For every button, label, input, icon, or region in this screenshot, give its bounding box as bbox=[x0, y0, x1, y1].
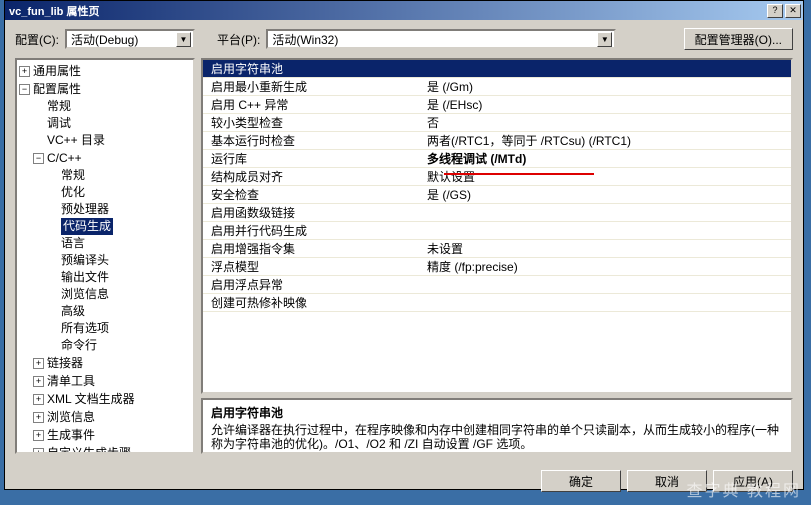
description-panel: 启用字符串池 允许编译器在执行过程中，在程序映像和内存中创建相同字符串的单个只读… bbox=[201, 398, 793, 454]
prop-name: 较小类型检查 bbox=[203, 114, 423, 131]
prop-name: 启用并行代码生成 bbox=[203, 222, 423, 239]
chevron-down-icon[interactable]: ▼ bbox=[597, 32, 612, 47]
grid-row[interactable]: 安全检查是 (/GS) bbox=[203, 186, 791, 204]
tree-ccpp-child[interactable]: 所有选项 bbox=[61, 320, 109, 337]
tree-general[interactable]: 常规 bbox=[47, 98, 71, 115]
config-manager-button[interactable]: 配置管理器(O)... bbox=[684, 28, 793, 50]
prop-name: 安全检查 bbox=[203, 186, 423, 203]
prop-value[interactable]: 两者(/RTC1，等同于 /RTCsu) (/RTC1) bbox=[423, 132, 791, 149]
tree-xml-gen[interactable]: +XML 文档生成器 bbox=[33, 391, 135, 408]
close-button[interactable]: ✕ bbox=[785, 4, 801, 18]
prop-name: 浮点模型 bbox=[203, 258, 423, 275]
titlebar[interactable]: vc_fun_lib 属性页 ? ✕ bbox=[5, 1, 803, 20]
config-label: 配置(C): bbox=[15, 31, 59, 48]
tree-ccpp-child[interactable]: 预编译头 bbox=[61, 252, 109, 269]
tree-common[interactable]: +通用属性 bbox=[19, 63, 81, 80]
prop-name: 运行库 bbox=[203, 150, 423, 167]
grid-row[interactable]: 启用增强指令集未设置 bbox=[203, 240, 791, 258]
tree-ccpp-child[interactable]: 命令行 bbox=[61, 337, 97, 354]
property-dialog: vc_fun_lib 属性页 ? ✕ 配置(C): 活动(Debug) ▼ 平台… bbox=[4, 0, 804, 490]
main-area: +通用属性 −配置属性 常规 调试 VC++ 目录 −C/C++ 常规优化预处理… bbox=[5, 58, 803, 464]
tree-custom-build[interactable]: +自定义生成步骤 bbox=[33, 445, 131, 454]
grid-row[interactable]: 结构成员对齐默认设置 bbox=[203, 168, 791, 186]
ok-button[interactable]: 确定 bbox=[541, 470, 621, 492]
tree-ccpp-child[interactable]: 常规 bbox=[61, 167, 85, 184]
plus-icon[interactable]: + bbox=[33, 430, 44, 441]
prop-name: 基本运行时检查 bbox=[203, 132, 423, 149]
plus-icon[interactable]: + bbox=[19, 66, 30, 77]
prop-value[interactable]: 是 (/GS) bbox=[423, 186, 791, 203]
minus-icon[interactable]: − bbox=[19, 84, 30, 95]
tree-debug[interactable]: 调试 bbox=[47, 115, 71, 132]
plus-icon[interactable]: + bbox=[33, 358, 44, 369]
prop-name: 结构成员对齐 bbox=[203, 168, 423, 185]
grid-row[interactable]: 启用函数级链接 bbox=[203, 204, 791, 222]
help-button[interactable]: ? bbox=[767, 4, 783, 18]
tree-config-props[interactable]: −配置属性 bbox=[19, 81, 81, 98]
prop-name: 创建可热修补映像 bbox=[203, 294, 423, 311]
plus-icon[interactable]: + bbox=[33, 448, 44, 454]
prop-value[interactable]: 默认设置 bbox=[423, 168, 791, 185]
tree-ccpp-child[interactable]: 预处理器 bbox=[61, 201, 109, 218]
tree-ccpp-child[interactable]: 浏览信息 bbox=[61, 286, 109, 303]
prop-value[interactable]: 是 (/Gm) bbox=[423, 78, 791, 95]
plus-icon[interactable]: + bbox=[33, 412, 44, 423]
grid-row[interactable]: 较小类型检查否 bbox=[203, 114, 791, 132]
grid-row[interactable]: 创建可热修补映像 bbox=[203, 294, 791, 312]
grid-row[interactable]: 启用浮点异常 bbox=[203, 276, 791, 294]
config-toolbar: 配置(C): 活动(Debug) ▼ 平台(P): 活动(Win32) ▼ 配置… bbox=[5, 20, 803, 58]
tree-build-events[interactable]: +生成事件 bbox=[33, 427, 95, 444]
watermark: 查字典 教程网 bbox=[687, 477, 801, 501]
grid-row[interactable]: 运行库多线程调试 (/MTd) bbox=[203, 150, 791, 168]
prop-name: 启用浮点异常 bbox=[203, 276, 423, 293]
prop-name: 启用最小重新生成 bbox=[203, 78, 423, 95]
tree-ccpp-child[interactable]: 高级 bbox=[61, 303, 85, 320]
highlight-underline bbox=[444, 173, 594, 175]
tree-linker[interactable]: +链接器 bbox=[33, 355, 83, 372]
tree-ccpp-child[interactable]: 优化 bbox=[61, 184, 85, 201]
tree-browse-info[interactable]: +浏览信息 bbox=[33, 409, 95, 426]
grid-row[interactable]: 启用 C++ 异常是 (/EHsc) bbox=[203, 96, 791, 114]
prop-value[interactable]: 否 bbox=[423, 114, 791, 131]
window-title: vc_fun_lib 属性页 bbox=[7, 3, 765, 19]
platform-dropdown[interactable]: 活动(Win32) ▼ bbox=[266, 29, 616, 49]
grid-row[interactable]: 启用最小重新生成是 (/Gm) bbox=[203, 78, 791, 96]
config-value: 活动(Debug) bbox=[71, 31, 176, 48]
prop-name: 启用增强指令集 bbox=[203, 240, 423, 257]
tree-ccpp-child[interactable]: 输出文件 bbox=[61, 269, 109, 286]
prop-name: 启用字符串池 bbox=[203, 60, 423, 77]
tree-ccpp-child[interactable]: 代码生成 bbox=[61, 218, 113, 235]
platform-label: 平台(P): bbox=[217, 31, 260, 48]
platform-value: 活动(Win32) bbox=[272, 31, 597, 48]
prop-value[interactable]: 精度 (/fp:precise) bbox=[423, 258, 791, 275]
prop-name: 启用 C++ 异常 bbox=[203, 96, 423, 113]
prop-value[interactable]: 未设置 bbox=[423, 240, 791, 257]
tree-ccpp[interactable]: −C/C++ bbox=[33, 150, 82, 167]
minus-icon[interactable]: − bbox=[33, 153, 44, 164]
prop-value[interactable]: 是 (/EHsc) bbox=[423, 96, 791, 113]
desc-text: 允许编译器在执行过程中，在程序映像和内存中创建相同字符串的单个只读副本，从而生成… bbox=[211, 423, 783, 451]
grid-row[interactable]: 启用字符串池 bbox=[203, 60, 791, 78]
plus-icon[interactable]: + bbox=[33, 394, 44, 405]
tree-vcpp-dir[interactable]: VC++ 目录 bbox=[47, 132, 105, 149]
category-tree[interactable]: +通用属性 −配置属性 常规 调试 VC++ 目录 −C/C++ 常规优化预处理… bbox=[15, 58, 195, 454]
chevron-down-icon[interactable]: ▼ bbox=[176, 32, 191, 47]
grid-row[interactable]: 启用并行代码生成 bbox=[203, 222, 791, 240]
footer: 确定 取消 应用(A) bbox=[5, 464, 803, 502]
plus-icon[interactable]: + bbox=[33, 376, 44, 387]
property-grid[interactable]: 启用字符串池启用最小重新生成是 (/Gm)启用 C++ 异常是 (/EHsc)较… bbox=[201, 58, 793, 394]
prop-value[interactable]: 多线程调试 (/MTd) bbox=[423, 150, 791, 167]
prop-name: 启用函数级链接 bbox=[203, 204, 423, 221]
grid-row[interactable]: 浮点模型精度 (/fp:precise) bbox=[203, 258, 791, 276]
desc-title: 启用字符串池 bbox=[211, 404, 783, 421]
config-dropdown[interactable]: 活动(Debug) ▼ bbox=[65, 29, 195, 49]
right-panel: 启用字符串池启用最小重新生成是 (/Gm)启用 C++ 异常是 (/EHsc)较… bbox=[201, 58, 793, 454]
tree-ccpp-child[interactable]: 语言 bbox=[61, 235, 85, 252]
tree-manifest[interactable]: +清单工具 bbox=[33, 373, 95, 390]
grid-row[interactable]: 基本运行时检查两者(/RTC1，等同于 /RTCsu) (/RTC1) bbox=[203, 132, 791, 150]
